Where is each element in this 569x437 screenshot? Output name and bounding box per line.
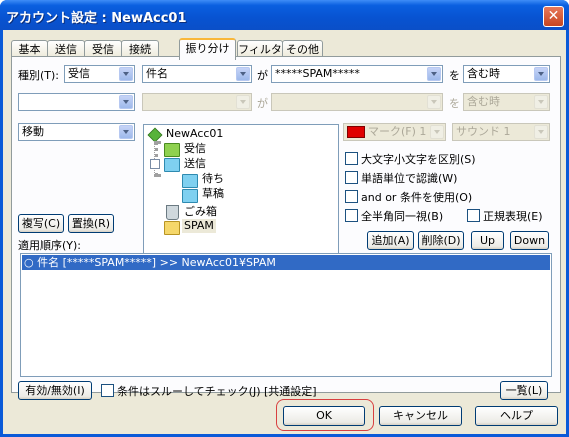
field-select-value: 件名: [146, 67, 168, 80]
word-checkbox[interactable]: [345, 171, 358, 184]
tree-item-trash[interactable]: ごみ箱: [184, 205, 217, 219]
pattern2-input: [271, 93, 443, 111]
cancel-button[interactable]: キャンセル: [379, 406, 462, 426]
up-button[interactable]: Up: [471, 231, 504, 250]
action-select[interactable]: 移動: [18, 123, 135, 141]
wo2-label: を: [449, 97, 460, 110]
folder-icon: [164, 221, 180, 235]
sound-value: サウンド 1: [456, 125, 511, 138]
tree-item-spam[interactable]: SPAM: [182, 219, 216, 233]
rule-order-list[interactable]: ○ 件名 [*****SPAM*****] >> NewAcc01¥SPAM: [20, 253, 552, 377]
folder-icon: [182, 174, 198, 188]
chevron-down-icon: [534, 125, 548, 139]
tab-sort[interactable]: 振り分け: [179, 38, 236, 60]
chevron-down-icon: [236, 95, 250, 109]
ok-button[interactable]: OK: [283, 406, 365, 426]
window-title: アカウント設定 : NewAcc01: [6, 11, 187, 26]
chevron-down-icon: [236, 67, 250, 81]
sound-select: サウンド 1: [452, 123, 550, 141]
word-label: 単語単位で認識(W): [361, 172, 458, 185]
andor-label: and or 条件を使用(O): [361, 191, 473, 204]
add-button[interactable]: 追加(A): [367, 231, 414, 250]
field-select[interactable]: 件名: [142, 65, 252, 83]
case-checkbox[interactable]: [345, 152, 358, 165]
down-button[interactable]: Down: [510, 231, 549, 250]
ga2-label: が: [257, 97, 268, 110]
tree-root[interactable]: NewAcc01: [166, 127, 223, 141]
regex-checkbox[interactable]: [467, 209, 480, 222]
condition2-value: 含む時: [467, 95, 500, 108]
folder-tree[interactable]: NewAcc01 受信 送信 待ち 草稿 ごみ箱 SPAM: [143, 124, 339, 268]
skip-label: 条件はスルーしてチェック(J) [共通設定]: [117, 385, 317, 398]
skip-checkbox[interactable]: [101, 384, 114, 397]
fullhalf-label: 全半角同一視(B): [361, 210, 444, 223]
andor-checkbox[interactable]: [345, 190, 358, 203]
type-label: 種別(T):: [18, 69, 60, 82]
action-value: 移動: [22, 125, 44, 138]
dialog-client: 基本 送信 受信 接続 振り分け フィルタ その他 種別(T): 受信 件名 が…: [3, 30, 566, 434]
regex-label: 正規表現(E): [483, 210, 543, 223]
pattern-value: *****SPAM*****: [275, 67, 360, 80]
folder-open-icon: [164, 158, 180, 172]
folder-icon: [182, 189, 198, 203]
chevron-down-icon: [430, 125, 444, 139]
chevron-down-icon: [119, 125, 133, 139]
mark-value: マーク(F) 1: [368, 125, 427, 138]
delete-button[interactable]: 削除(D): [418, 231, 464, 250]
chevron-down-icon: [534, 67, 548, 81]
condition2-select: 含む時: [463, 93, 550, 111]
tree-item-receive[interactable]: 受信: [184, 142, 206, 156]
ga-label: が: [257, 69, 268, 82]
chevron-down-icon: [427, 67, 441, 81]
pattern-input[interactable]: *****SPAM*****: [271, 65, 443, 83]
chevron-down-icon: [119, 67, 133, 81]
mark-select: マーク(F) 1: [343, 123, 446, 141]
close-button[interactable]: ✕: [543, 6, 564, 27]
dialog-window: アカウント設定 : NewAcc01 ✕ 基本 送信 受信 接続 振り分け フィ…: [0, 0, 569, 437]
type2-select[interactable]: [18, 93, 135, 111]
field2-select: [142, 93, 252, 111]
tree-item-draft[interactable]: 草稿: [202, 187, 224, 201]
help-button[interactable]: ヘルプ: [475, 406, 558, 426]
copy-button[interactable]: 複写(C): [18, 214, 64, 233]
type-select[interactable]: 受信: [64, 65, 135, 83]
mark-color-swatch: [347, 126, 365, 138]
tree-item-wait[interactable]: 待ち: [202, 172, 224, 186]
order-label: 適用順序(Y):: [18, 239, 82, 252]
list-button[interactable]: 一覧(L): [500, 381, 548, 400]
sort-panel: 種別(T): 受信 件名 が *****SPAM***** を 含む時 が を …: [11, 56, 561, 400]
wo-label: を: [449, 69, 460, 82]
trash-icon: [166, 205, 179, 220]
replace-button[interactable]: 置換(R): [68, 214, 114, 233]
folder-icon: [164, 143, 180, 157]
toggle-button[interactable]: 有効/無効(I): [18, 381, 92, 400]
rule-row[interactable]: ○ 件名 [*****SPAM*****] >> NewAcc01¥SPAM: [22, 255, 550, 270]
chevron-down-icon: [427, 95, 441, 109]
condition-value: 含む時: [467, 67, 500, 80]
case-label: 大文字小文字を区別(S): [361, 153, 476, 166]
condition-select[interactable]: 含む時: [463, 65, 550, 83]
fullhalf-checkbox[interactable]: [345, 209, 358, 222]
title-bar: アカウント設定 : NewAcc01 ✕: [0, 0, 569, 30]
type-select-value: 受信: [68, 67, 90, 80]
collapse-icon[interactable]: [150, 159, 160, 169]
chevron-down-icon: [119, 95, 133, 109]
tree-item-send[interactable]: 送信: [184, 157, 206, 171]
chevron-down-icon: [534, 95, 548, 109]
